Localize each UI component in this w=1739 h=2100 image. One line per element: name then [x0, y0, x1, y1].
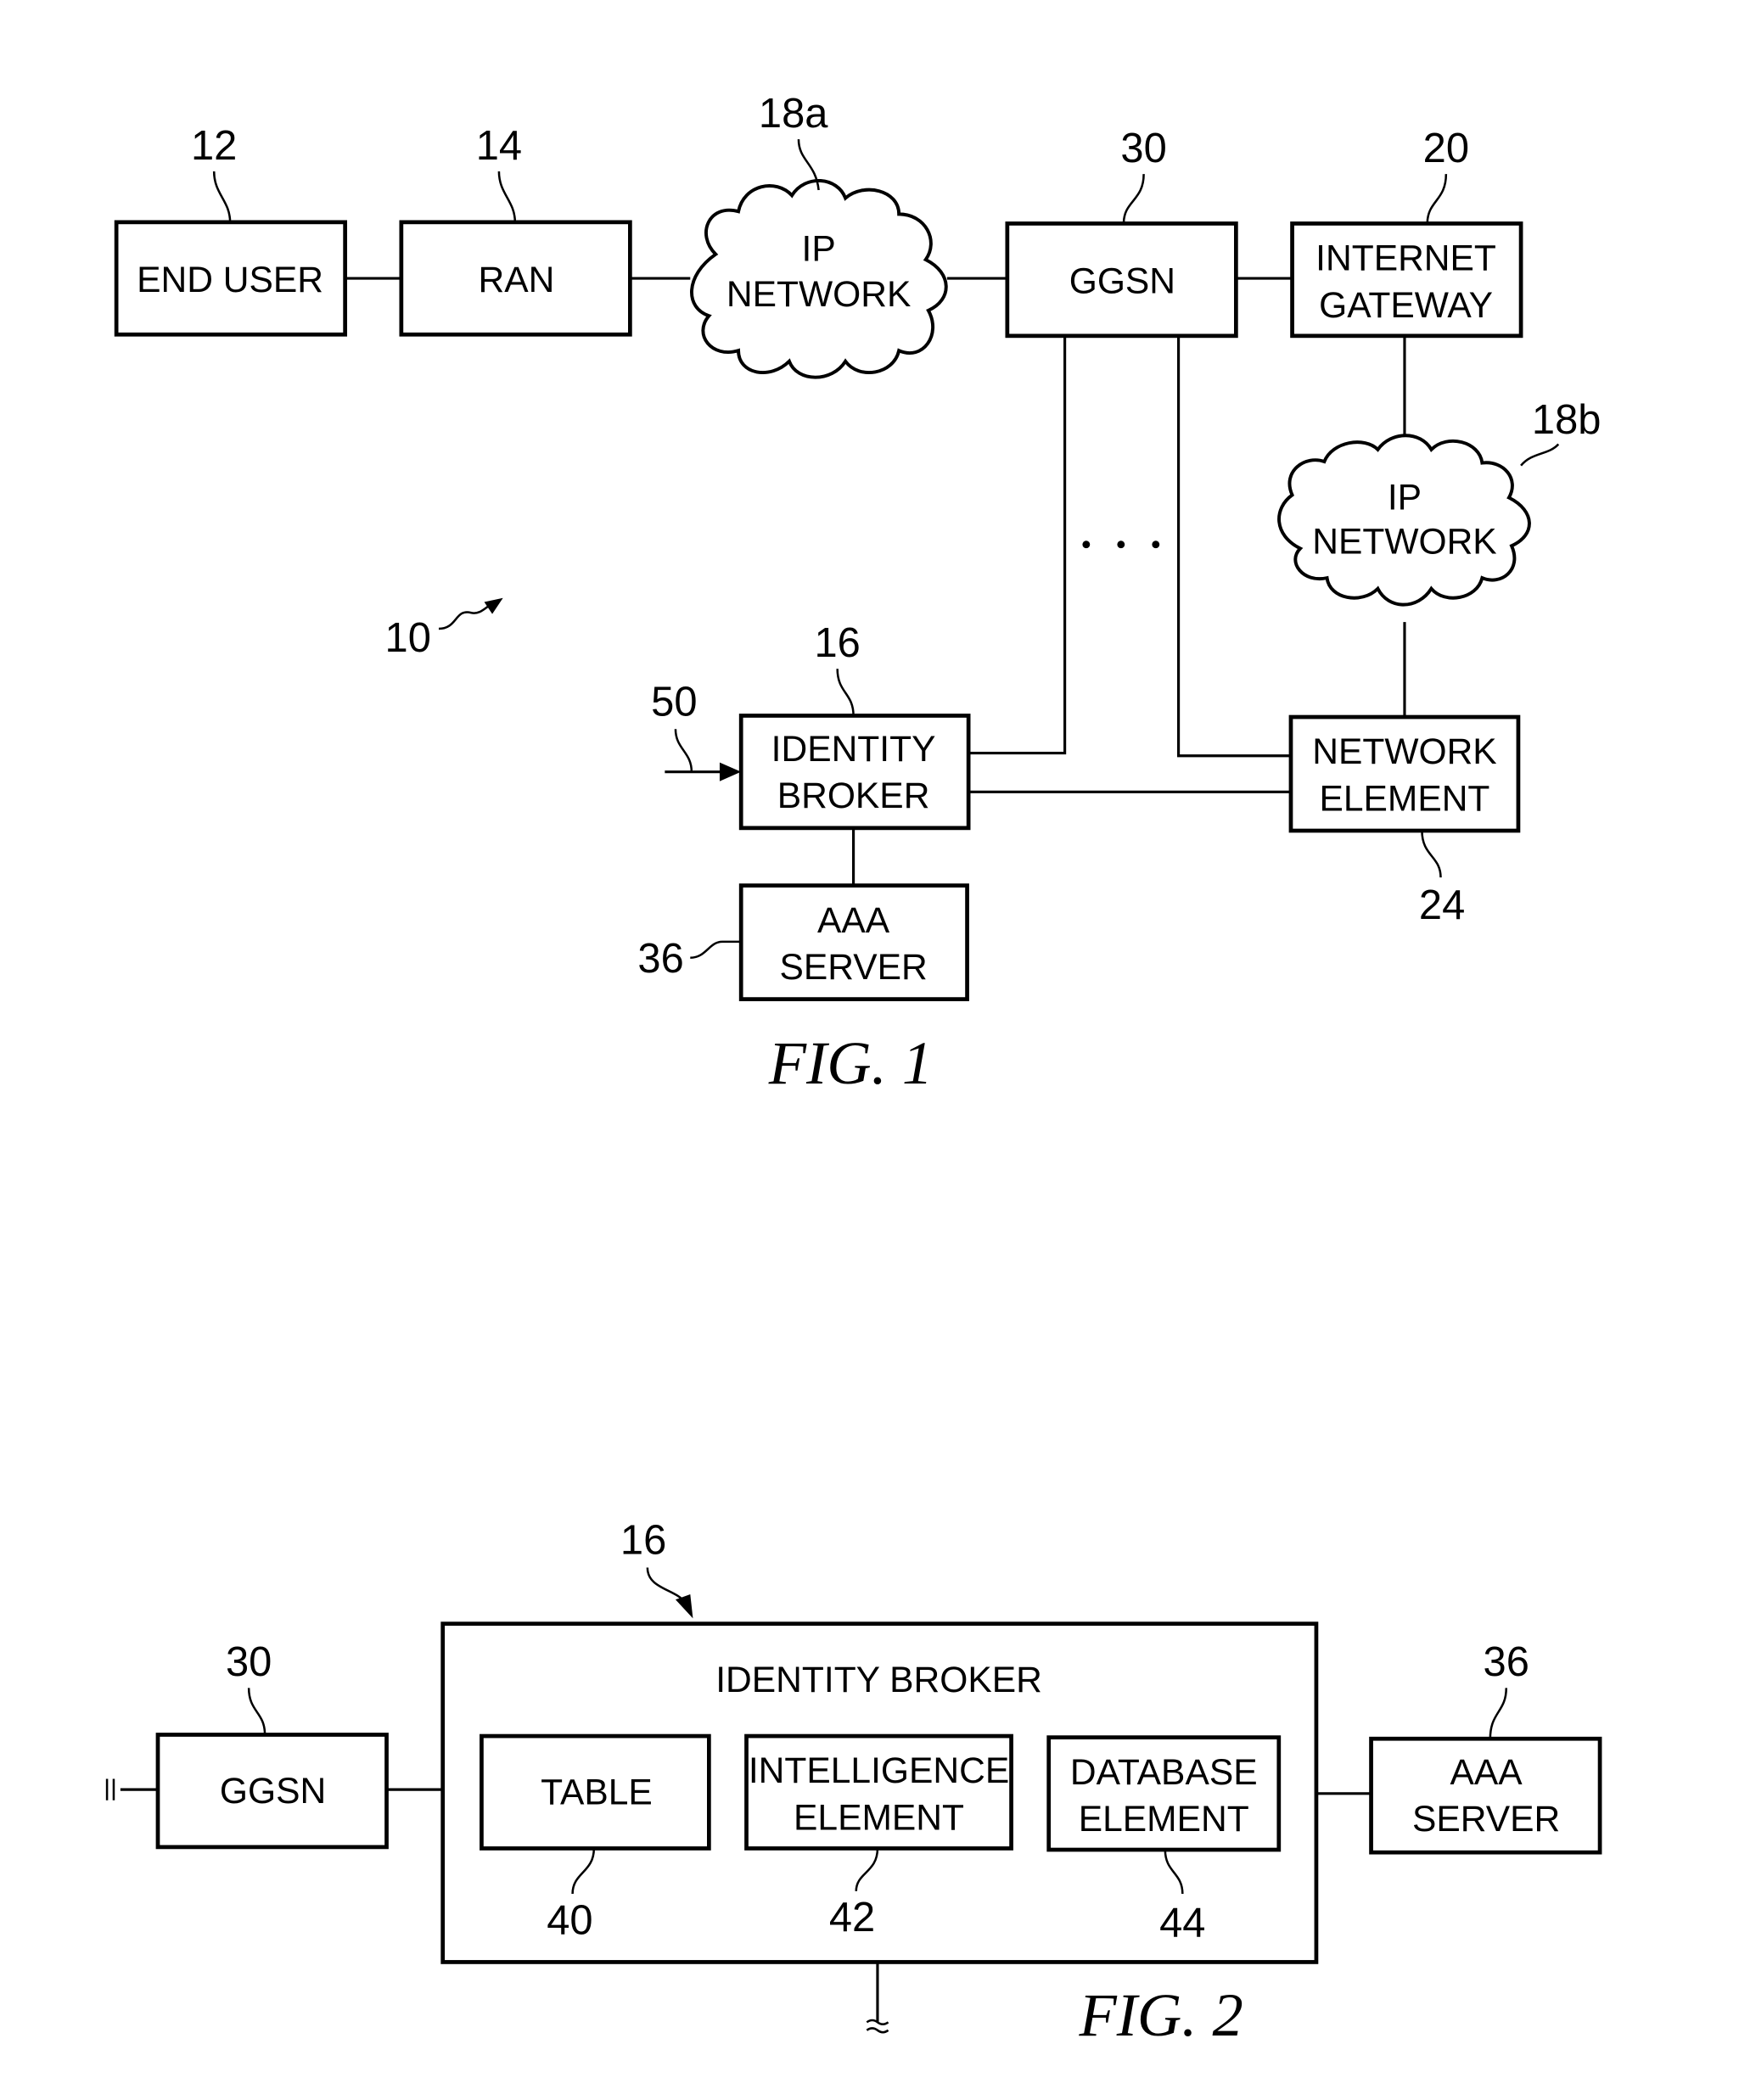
aaa-server-line1: AAA: [817, 900, 890, 941]
internet-gateway-node: INTERNET GATEWAY 20: [1290, 126, 1523, 339]
ggsn-label: GGSN: [1069, 260, 1175, 301]
fig2: IDENTITY BROKER 16 GGSN 30 TABLE 40 INTE…: [105, 1518, 1602, 2049]
fig1: END USER 12 RAN 14 IP NETWORK 18a GGSN 3…: [114, 91, 1602, 1097]
leader-line: [1489, 1688, 1508, 1739]
fig2-aaa-server-line1: AAA: [1450, 1752, 1523, 1793]
internet-gateway-line2: GATEWAY: [1319, 285, 1493, 326]
ran-node: RAN 14: [399, 123, 632, 337]
aaa-server-line2: SERVER: [779, 947, 927, 988]
database-element-line1: DATABASE: [1070, 1752, 1258, 1793]
identity-broker-node: IDENTITY BROKER 16: [738, 620, 971, 831]
system-ref-label: 10: [385, 615, 431, 661]
ip-network-b-line1: IP: [1388, 478, 1422, 518]
cloud-icon: [1277, 434, 1531, 607]
intelligence-element-ref: 42: [829, 1895, 875, 1940]
patent-drawing-sheet: END USER 12 RAN 14 IP NETWORK 18a GGSN 3…: [105, 91, 1602, 2049]
ip-network-b-line2: NETWORK: [1312, 522, 1496, 563]
leader-line: [1421, 830, 1442, 878]
aaa-server-node: AAA SERVER 36: [637, 883, 969, 1001]
table-label: TABLE: [541, 1772, 653, 1812]
intelligence-element-line1: INTELLIGENCE: [749, 1750, 1009, 1791]
fig2-aaa-server-ref: 36: [1484, 1639, 1529, 1685]
leader-line: [497, 171, 517, 222]
end-user-ref: 12: [191, 123, 237, 169]
ggsn-node: GGSN 30: [1005, 126, 1238, 339]
identity-broker-title: IDENTITY BROKER: [715, 1660, 1042, 1700]
input-ref-label: 50: [651, 679, 697, 725]
fig2-ggsn-ref: 30: [226, 1639, 272, 1685]
identity-broker-line1: IDENTITY: [771, 729, 936, 770]
fig1-caption: FIG. 1: [768, 1028, 933, 1097]
leader-line: [247, 1688, 266, 1735]
ip-network-b-node: IP NETWORK 18b: [1277, 397, 1602, 607]
database-element-ref: 44: [1159, 1900, 1205, 1946]
network-element-ref: 24: [1419, 882, 1465, 928]
aaa-server-ref: 36: [637, 936, 683, 982]
fig2-caption: FIG. 2: [1078, 1980, 1243, 2049]
ellipsis-dots: [1082, 540, 1160, 549]
break-symbol-icon: [105, 1778, 115, 1800]
identity-broker-ref: 16: [814, 620, 860, 666]
fig2-ggsn-node: GGSN 30: [155, 1639, 389, 1850]
fig2-aaa-server-node: AAA SERVER 36: [1369, 1639, 1602, 1855]
leader-line: [212, 171, 232, 222]
end-user-label: END USER: [137, 260, 323, 300]
ip-network-a-ref: 18a: [759, 91, 828, 137]
identity-broker-ref: 16: [620, 1518, 666, 1564]
leader-line: [674, 729, 693, 772]
ran-ref: 14: [476, 123, 522, 169]
break-symbol-icon: [866, 2019, 889, 2034]
network-element-line1: NETWORK: [1312, 731, 1496, 772]
ip-network-a-line1: IP: [802, 229, 836, 270]
leader-line: [1426, 174, 1448, 224]
arrow-head-icon: [484, 597, 503, 614]
leader-line: [646, 1567, 687, 1604]
intelligence-element-line2: ELEMENT: [794, 1797, 964, 1838]
database-element-line2: ELEMENT: [1079, 1799, 1249, 1840]
input-50: 50: [651, 679, 742, 781]
ip-network-b-ref: 18b: [1532, 397, 1602, 443]
ip-network-a-node: IP NETWORK 18a: [690, 91, 948, 379]
internet-gateway-line1: INTERNET: [1315, 238, 1496, 279]
table-ref: 40: [547, 1897, 592, 1943]
fig2-aaa-server-line2: SERVER: [1412, 1799, 1560, 1840]
fig2-ggsn-label: GGSN: [220, 1771, 326, 1812]
arrow-head-icon: [675, 1593, 693, 1619]
link-broker-ggsn-1: [968, 337, 1067, 755]
ip-network-a-line2: NETWORK: [726, 274, 911, 315]
arrow-head-icon: [719, 762, 742, 781]
network-element-node: NETWORK ELEMENT 24: [1288, 714, 1521, 928]
ggsn-ref: 30: [1120, 126, 1166, 171]
network-element-line2: ELEMENT: [1319, 778, 1489, 819]
leader-line: [690, 940, 742, 960]
system-ref: 10: [385, 597, 503, 661]
internet-gateway-ref: 20: [1423, 126, 1469, 171]
ran-label: RAN: [478, 260, 554, 300]
link-ggsn-netelement: [1177, 337, 1291, 758]
end-user-node: END USER 12: [114, 123, 348, 337]
identity-broker-line2: BROKER: [777, 776, 930, 816]
leader-line: [1520, 443, 1560, 467]
leader-line: [1122, 174, 1145, 224]
leader-line: [836, 669, 855, 716]
